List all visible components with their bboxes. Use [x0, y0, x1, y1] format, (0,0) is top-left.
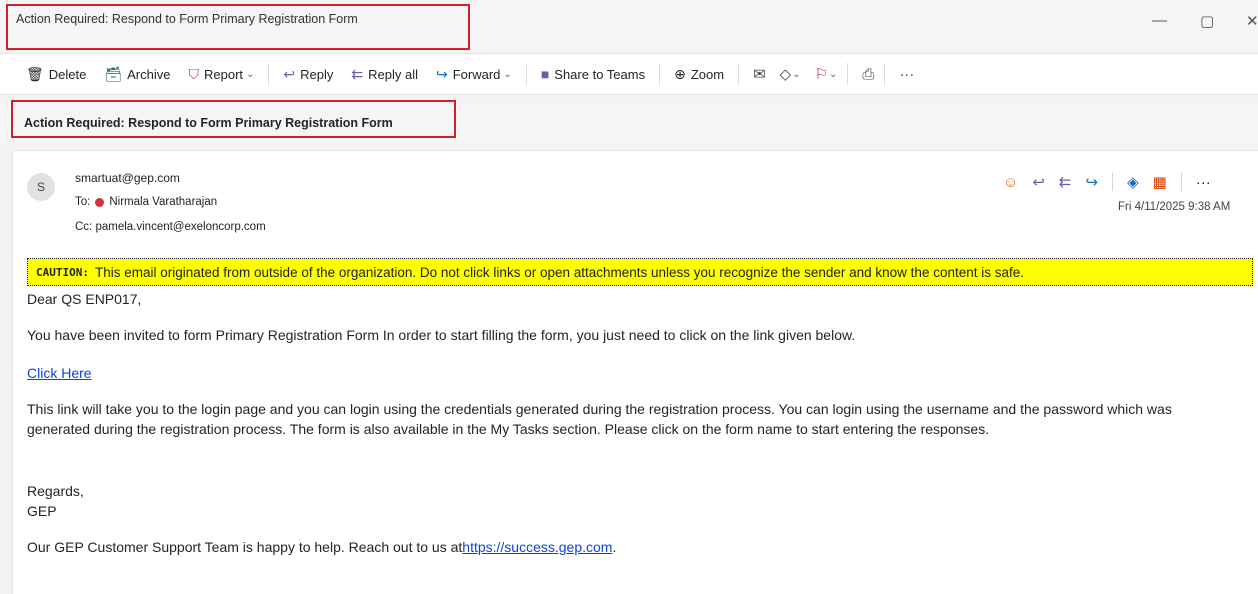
zoom-button[interactable]: ⊕ Zoom — [674, 66, 724, 83]
emoji-reaction-icon[interactable]: ☺ — [1003, 174, 1018, 191]
toolbar-divider — [268, 63, 270, 85]
more-icon[interactable]: ··· — [1196, 174, 1211, 191]
chevron-down-icon[interactable]: ⌄ — [503, 69, 511, 80]
forward-label: Forward — [452, 66, 501, 82]
support-paragraph: Our GEP Customer Support Team is happy t… — [27, 537, 1237, 557]
share-to-teams-button[interactable]: ■ Share to Teams — [541, 66, 645, 82]
link-paragraph: Click Here — [27, 363, 1237, 383]
archive-label: Archive — [127, 66, 171, 82]
teams-icon: ■ — [540, 66, 550, 82]
more-icon: ··· — [899, 65, 915, 83]
message-actions: ☺ ↩ ⇇ ↪ ◈ ▦ ··· — [1003, 173, 1211, 191]
forward-button[interactable]: ↪ Forward ⌄ — [436, 66, 512, 83]
subject-highlight-box — [11, 100, 456, 138]
to-line: To: Nirmala Varatharajan — [75, 196, 217, 208]
message-card: S smartuat@gep.com To: Nirmala Varathara… — [12, 150, 1258, 594]
apps-icon[interactable]: ▦ — [1153, 173, 1167, 191]
reply-icon: ↩ — [283, 65, 296, 82]
tag-icon: ◇ — [779, 66, 792, 83]
print-button[interactable]: ⎙ — [862, 66, 874, 83]
more-actions-button[interactable]: ··· — [899, 66, 914, 83]
actions-divider — [1180, 173, 1182, 191]
forward-icon[interactable]: ↪ — [1085, 173, 1098, 191]
mark-read-button[interactable]: ✉ — [753, 65, 766, 83]
avatar[interactable]: S — [27, 173, 55, 201]
report-label: Report — [204, 66, 244, 82]
zoom-label: Zoom — [690, 66, 725, 82]
message-toolbar: 🗑 Delete 🗃 Archive ⛉ Report ⌄ ↩ Reply ⇇ … — [0, 53, 1258, 95]
printer-icon: ⎙ — [862, 65, 875, 83]
archive-button[interactable]: 🗃 Archive — [104, 66, 170, 83]
support-suffix: . — [612, 539, 617, 555]
to-label: To: — [75, 196, 91, 208]
reply-all-icon: ⇇ — [351, 65, 364, 82]
signature: GEP — [27, 503, 57, 519]
recipient-name[interactable]: Nirmala Varatharajan — [109, 196, 217, 208]
title-highlight-box — [6, 4, 470, 50]
reply-button[interactable]: ↩ Reply — [283, 66, 333, 83]
restore-button[interactable]: ▢ — [1200, 12, 1214, 30]
toolbar-divider — [847, 63, 849, 85]
support-text: Our GEP Customer Support Team is happy t… — [27, 539, 463, 555]
caution-label: CAUTION: — [36, 265, 89, 279]
click-here-link[interactable]: Click Here — [27, 365, 92, 381]
reply-icon[interactable]: ↩ — [1032, 173, 1045, 191]
greeting: Dear QS ENP017, — [27, 291, 142, 307]
actions-divider — [1112, 173, 1114, 191]
toolbar-divider — [525, 63, 527, 85]
close-button[interactable]: ✕ — [1246, 12, 1258, 30]
instructions-paragraph: This link will take you to the login pag… — [27, 401, 1172, 437]
share-teams-label: Share to Teams — [554, 66, 646, 82]
chevron-down-icon[interactable]: ⌄ — [246, 69, 254, 80]
loop-icon[interactable]: ◈ — [1127, 173, 1139, 191]
chevron-down-icon: ⌄ — [829, 68, 838, 80]
trash-icon: 🗑 — [26, 65, 44, 82]
archive-icon: 🗃 — [104, 65, 123, 82]
reply-all-label: Reply all — [368, 66, 418, 82]
toolbar-divider — [659, 63, 661, 85]
sender-address[interactable]: smartuat@gep.com — [75, 171, 180, 185]
chevron-down-icon: ⌄ — [792, 68, 801, 80]
message-date: Fri 4/11/2025 9:38 AM — [1118, 201, 1231, 213]
toolbar-divider — [884, 63, 886, 85]
presence-busy-icon — [95, 197, 105, 207]
report-button[interactable]: ⛉ Report ⌄ — [189, 66, 255, 83]
forward-icon: ↪ — [436, 65, 448, 82]
categorize-button[interactable]: ◇ ⌄ — [780, 65, 801, 83]
support-link[interactable]: https://success.gep.com — [462, 539, 612, 555]
shield-alert-icon: ⛉ — [188, 65, 200, 82]
cc-line: Cc: pamela.vincent@exeloncorp.com — [75, 221, 266, 233]
toolbar-divider — [738, 63, 740, 85]
intro-paragraph: You have been invited to form Primary Re… — [27, 327, 856, 343]
delete-label: Delete — [48, 66, 87, 82]
caution-text: This email originated from outside of th… — [94, 264, 1024, 280]
flag-button[interactable]: ⚐ ⌄ — [815, 65, 838, 83]
reply-all-icon[interactable]: ⇇ — [1059, 173, 1072, 191]
regards: Regards, — [27, 483, 84, 499]
caution-banner: CAUTION: This email originated from outs… — [27, 258, 1253, 286]
envelope-open-icon: ✉ — [753, 66, 766, 83]
cc-label: Cc: — [75, 221, 93, 233]
cc-address[interactable]: pamela.vincent@exeloncorp.com — [95, 221, 265, 233]
reply-label: Reply — [300, 66, 334, 82]
reply-all-button[interactable]: ⇇ Reply all — [351, 66, 418, 83]
delete-button[interactable]: 🗑 Delete — [26, 66, 86, 83]
flag-icon: ⚐ — [814, 66, 829, 83]
zoom-icon: ⊕ — [674, 65, 686, 82]
minimize-button[interactable]: — — [1152, 12, 1167, 29]
